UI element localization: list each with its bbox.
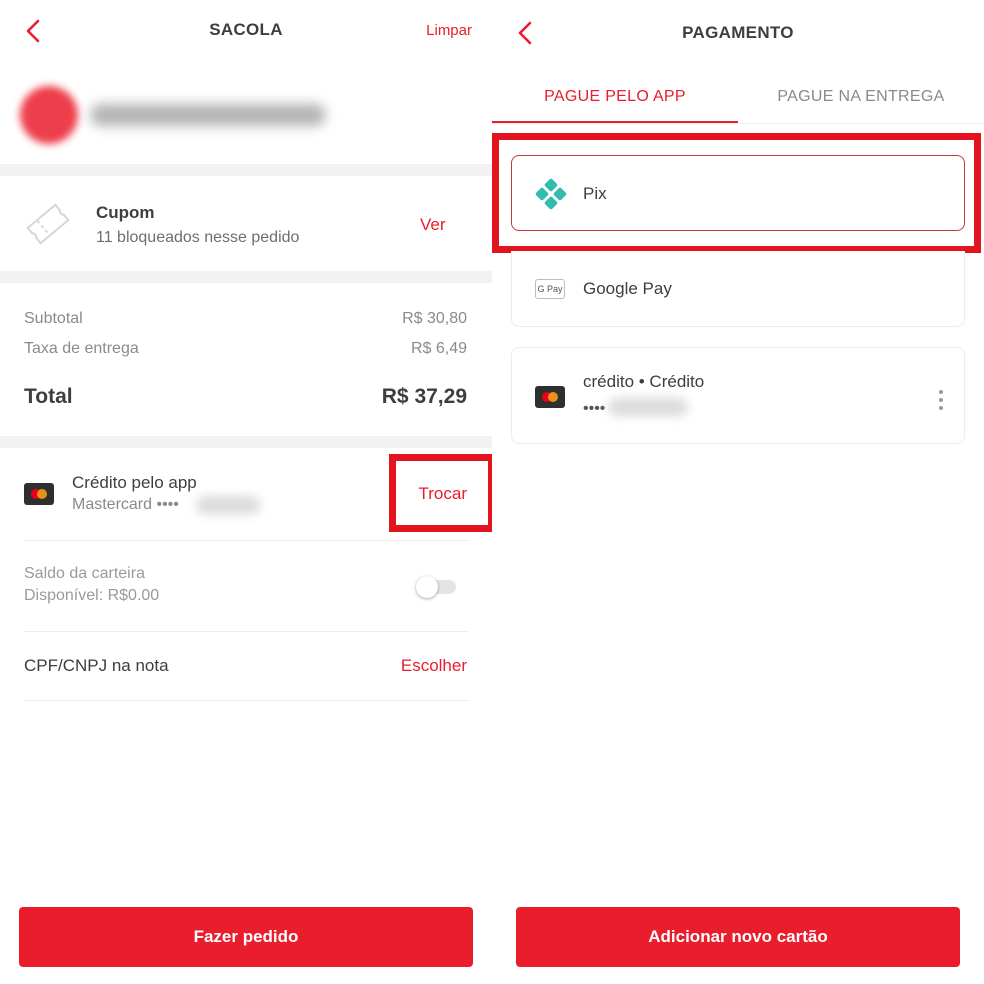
highlight-box <box>492 133 981 253</box>
tabs-divider <box>492 123 984 124</box>
delivery-fee-value: R$ 6,49 <box>410 340 467 357</box>
subtotal-value: R$ 30,80 <box>402 310 467 327</box>
wallet-label: Saldo da carteira <box>24 565 145 582</box>
divider <box>24 540 468 541</box>
subtotal-label: Subtotal <box>24 310 83 327</box>
total-value: R$ 37,29 <box>381 385 467 408</box>
google-pay-label: Google Pay <box>583 279 672 298</box>
payment-screen: PAGAMENTO PAGUE PELO APP PAGUE NA ENTREG… <box>492 0 984 984</box>
cpf-label: CPF/CNPJ na nota <box>24 656 169 675</box>
saved-card-masked-number: •••• <box>583 400 606 417</box>
section-divider <box>0 436 492 448</box>
back-button[interactable] <box>514 20 536 46</box>
mastercard-icon <box>535 386 565 408</box>
coupon-subtitle: 11 bloqueados nesse pedido <box>96 229 300 246</box>
section-divider <box>0 271 492 283</box>
wallet-available: Disponível: R$0.00 <box>24 587 160 604</box>
total-label: Total <box>24 385 73 408</box>
add-new-card-button[interactable]: Adicionar novo cartão <box>516 907 960 967</box>
card-digits-redacted <box>608 398 688 416</box>
clear-button[interactable]: Limpar <box>410 22 472 39</box>
place-order-button[interactable]: Fazer pedido <box>19 907 473 967</box>
payment-option-google-pay[interactable]: G Pay Google Pay <box>511 251 965 327</box>
saved-card-option[interactable]: crédito • Crédito •••• <box>511 347 965 444</box>
chevron-left-icon <box>518 21 532 45</box>
page-title: SACOLA <box>209 20 283 39</box>
card-digits-redacted <box>196 496 260 514</box>
page-title: PAGAMENTO <box>682 23 794 42</box>
mastercard-icon <box>24 483 54 505</box>
divider <box>24 700 468 701</box>
tab-pay-in-app[interactable]: PAGUE PELO APP <box>492 88 738 106</box>
coupon-icon <box>24 198 72 250</box>
saved-card-label: crédito • Crédito <box>583 372 705 391</box>
store-avatar <box>20 86 78 144</box>
bag-screen: SACOLA Limpar Cupom 11 bloqueados nesse … <box>0 0 495 984</box>
coupon-view-button[interactable]: Ver <box>420 215 467 235</box>
divider <box>24 631 468 632</box>
section-divider <box>0 164 492 176</box>
back-button[interactable] <box>22 18 44 44</box>
wallet-toggle[interactable] <box>414 575 458 599</box>
choose-cpf-button[interactable]: Escolher <box>380 656 467 676</box>
delivery-fee-label: Taxa de entrega <box>24 340 139 357</box>
more-options-icon[interactable] <box>938 390 944 412</box>
chevron-left-icon <box>26 19 40 43</box>
tab-pay-on-delivery[interactable]: PAGUE NA ENTREGA <box>738 88 984 106</box>
google-pay-icon: G Pay <box>535 279 565 299</box>
payment-card-number: Mastercard •••• <box>72 496 179 513</box>
payment-method-title: Crédito pelo app <box>72 473 197 492</box>
store-name-redacted <box>90 104 326 126</box>
highlight-box <box>389 454 495 532</box>
coupon-title: Cupom <box>96 203 155 222</box>
